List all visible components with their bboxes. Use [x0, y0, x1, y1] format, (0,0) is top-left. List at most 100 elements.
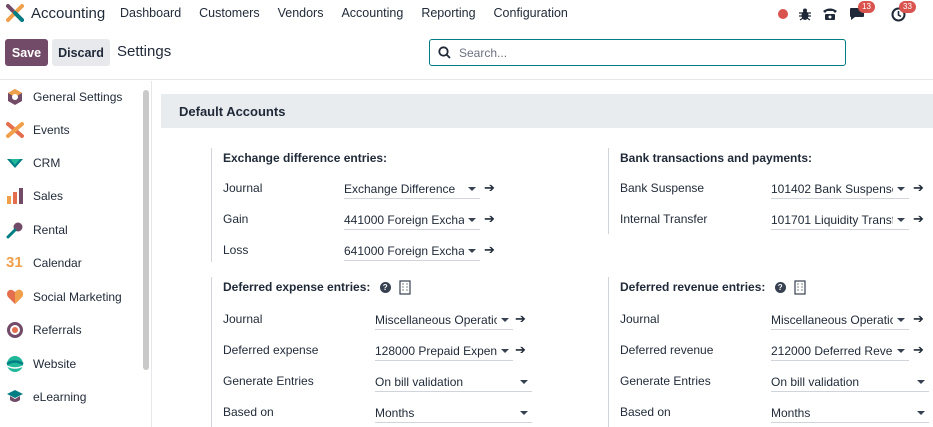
open-record-arrow-icon[interactable]: ➔: [913, 311, 924, 327]
section-title: Default Accounts: [161, 94, 933, 128]
menu-customers[interactable]: Customers: [199, 6, 259, 20]
exchange-journal-label: Journal: [223, 181, 263, 195]
deferred-revenue-journal-label: Journal: [620, 312, 660, 326]
deferred-revenue-account-field[interactable]: 212000 Deferred Rever: [771, 341, 909, 361]
sidebar-item-label: eLearning: [33, 390, 87, 404]
dropdown-caret-icon[interactable]: [468, 217, 476, 222]
field-value: On bill validation: [375, 374, 464, 389]
open-record-arrow-icon[interactable]: ➔: [515, 311, 526, 327]
dropdown-caret-icon[interactable]: [917, 379, 925, 384]
settings-sidebar: General Settings Events CRM Sales Rental…: [0, 81, 152, 427]
chat-icon[interactable]: 13: [848, 1, 875, 24]
main-menu: Dashboard Customers Vendors Accounting R…: [120, 6, 586, 20]
field-value: Months: [771, 405, 811, 420]
discard-button[interactable]: Discard: [52, 39, 110, 66]
dropdown-caret-icon[interactable]: [897, 317, 905, 322]
field-value: 101402 Bank Suspense: [771, 181, 893, 196]
deferred-revenue-account-label: Deferred revenue: [620, 343, 714, 357]
sidebar-scrollbar[interactable]: [143, 90, 149, 370]
menu-configuration[interactable]: Configuration: [494, 6, 568, 20]
dropdown-caret-icon[interactable]: [501, 317, 509, 322]
menu-vendors[interactable]: Vendors: [278, 6, 324, 20]
sidebar-item-website[interactable]: Website: [0, 349, 140, 379]
dropdown-caret-icon[interactable]: [917, 410, 925, 415]
bug-icon[interactable]: [798, 4, 812, 24]
website-icon: [6, 356, 24, 372]
search-box[interactable]: [429, 39, 846, 66]
sidebar-item-social-marketing[interactable]: Social Marketing: [0, 282, 140, 312]
open-record-arrow-icon[interactable]: ➔: [515, 342, 526, 358]
phone-icon[interactable]: [821, 4, 839, 24]
deferred-expense-account-field[interactable]: 128000 Prepaid Expens: [375, 341, 513, 361]
crm-icon: [7, 159, 23, 168]
sidebar-item-sales[interactable]: Sales: [0, 181, 140, 211]
bank-suspense-label: Bank Suspense: [620, 181, 705, 195]
exchange-loss-field[interactable]: 641000 Foreign Exchan: [344, 241, 480, 261]
sidebar-item-elearning[interactable]: eLearning: [0, 382, 140, 412]
sidebar-item-label: Events: [33, 123, 70, 137]
exchange-gain-field[interactable]: 441000 Foreign Exchan: [344, 210, 480, 230]
group-title-text: Deferred revenue entries:: [620, 280, 766, 294]
sidebar-item-crm[interactable]: CRM: [0, 148, 140, 178]
dropdown-caret-icon[interactable]: [897, 217, 905, 222]
menu-reporting[interactable]: Reporting: [421, 6, 475, 20]
activity-clock-icon[interactable]: 33: [889, 1, 916, 24]
dropdown-caret-icon[interactable]: [501, 348, 509, 353]
open-record-arrow-icon[interactable]: ➔: [484, 180, 495, 196]
menu-accounting[interactable]: Accounting: [341, 6, 403, 20]
dropdown-caret-icon[interactable]: [520, 379, 528, 384]
app-name[interactable]: Accounting: [31, 5, 105, 22]
revenue-based-on-select[interactable]: Months: [771, 403, 929, 423]
dropdown-caret-icon[interactable]: [520, 410, 528, 415]
exchange-gain-label: Gain: [223, 212, 249, 226]
dropdown-caret-icon[interactable]: [897, 348, 905, 353]
company-building-icon: [794, 280, 806, 295]
save-button[interactable]: Save: [5, 39, 48, 66]
internal-transfer-field[interactable]: 101701 Liquidity Transf: [771, 210, 909, 230]
expense-generate-entries-label: Generate Entries: [223, 374, 314, 388]
open-record-arrow-icon[interactable]: ➔: [913, 211, 924, 227]
exchange-journal-field[interactable]: Exchange Difference: [344, 179, 480, 199]
field-value: 212000 Deferred Rever: [771, 343, 893, 358]
open-record-arrow-icon[interactable]: ➔: [913, 180, 924, 196]
revenue-based-on-label: Based on: [620, 405, 671, 419]
exchange-loss-label: Loss: [223, 243, 249, 257]
deferred-revenue-journal-field[interactable]: Miscellaneous Operatic: [771, 310, 909, 330]
dropdown-caret-icon[interactable]: [468, 248, 476, 253]
sidebar-item-calendar[interactable]: 31 Calendar: [0, 248, 140, 278]
revenue-generate-entries-label: Generate Entries: [620, 374, 711, 388]
menu-dashboard[interactable]: Dashboard: [120, 6, 181, 20]
page-title: Settings: [117, 43, 172, 60]
elearning-icon: [7, 390, 23, 402]
open-record-arrow-icon[interactable]: ➔: [913, 342, 924, 358]
sidebar-item-label: Rental: [33, 223, 68, 237]
sidebar-item-label: Social Marketing: [33, 290, 122, 304]
deferred-expense-journal-field[interactable]: Miscellaneous Operatic: [375, 310, 513, 330]
expense-based-on-select[interactable]: Months: [375, 403, 532, 423]
accounting-app-icon[interactable]: [6, 4, 24, 22]
open-record-arrow-icon[interactable]: ➔: [484, 211, 495, 227]
events-icon: [6, 122, 24, 138]
open-record-arrow-icon[interactable]: ➔: [484, 242, 495, 258]
bank-suspense-field[interactable]: 101402 Bank Suspense: [771, 179, 909, 199]
search-input[interactable]: [459, 45, 819, 60]
general-settings-icon: [8, 89, 22, 105]
sidebar-item-general-settings[interactable]: General Settings: [0, 82, 140, 112]
internal-transfer-label: Internal Transfer: [620, 212, 708, 226]
rental-icon: [6, 222, 23, 239]
dropdown-caret-icon[interactable]: [468, 186, 476, 191]
sidebar-item-events[interactable]: Events: [0, 115, 140, 145]
revenue-generate-entries-select[interactable]: On bill validation: [771, 372, 929, 392]
help-tooltip-icon[interactable]: ?: [774, 282, 786, 294]
dropdown-caret-icon[interactable]: [897, 186, 905, 191]
chat-badge: 13: [858, 1, 875, 13]
settings-content: Default Accounts Exchange difference ent…: [153, 81, 933, 427]
help-tooltip-icon[interactable]: ?: [379, 282, 391, 294]
field-value: Miscellaneous Operatic: [771, 312, 893, 327]
record-dot-icon[interactable]: [777, 4, 789, 24]
search-icon: [438, 46, 451, 59]
sidebar-item-referrals[interactable]: Referrals: [0, 315, 140, 345]
sidebar-item-rental[interactable]: Rental: [0, 215, 140, 245]
sales-icon: [7, 188, 23, 204]
expense-generate-entries-select[interactable]: On bill validation: [375, 372, 532, 392]
